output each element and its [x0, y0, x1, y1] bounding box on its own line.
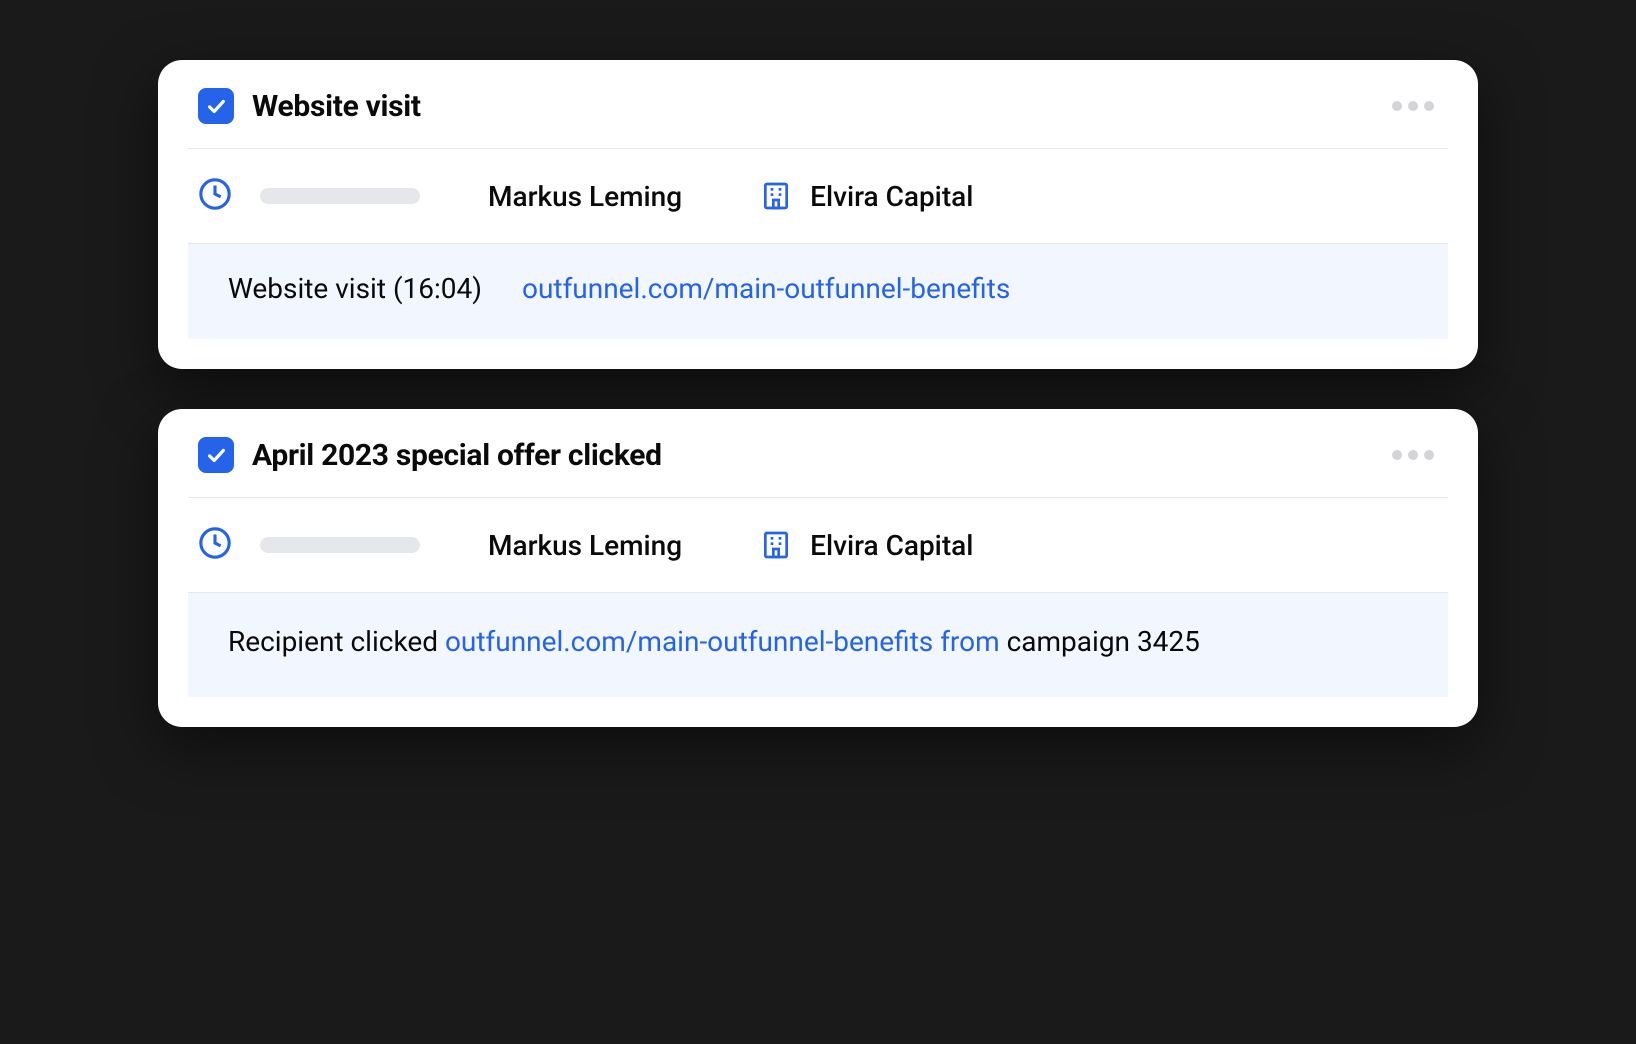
checkmark-icon [205, 95, 227, 117]
detail-label: Website visit (16:04) [228, 272, 482, 305]
dot-icon [1424, 101, 1434, 111]
meta-row: Markus Leming Elvira Capital [158, 498, 1478, 592]
checkbox[interactable] [198, 88, 234, 124]
contact-name[interactable]: Markus Leming [488, 529, 682, 562]
card-header-left: April 2023 special offer clicked [198, 437, 662, 473]
card-header: April 2023 special offer clicked [158, 409, 1478, 497]
clock-icon [198, 526, 232, 564]
detail-suffix: campaign 3425 [1007, 625, 1200, 658]
dot-icon [1408, 101, 1418, 111]
contact-name[interactable]: Markus Leming [488, 180, 682, 213]
more-menu[interactable] [1392, 450, 1438, 460]
clock-icon [198, 177, 232, 215]
detail-row: Recipient clicked outfunnel.com/main-out… [188, 592, 1448, 697]
detail-prefix: Recipient clicked [228, 625, 445, 658]
checkmark-icon [205, 444, 227, 466]
card-title: Website visit [252, 89, 421, 124]
activity-card: April 2023 special offer clicked Markus … [158, 409, 1478, 727]
card-header: Website visit [158, 60, 1478, 148]
checkbox[interactable] [198, 437, 234, 473]
building-icon [760, 180, 792, 212]
company-name[interactable]: Elvira Capital [810, 529, 973, 562]
meta-row: Markus Leming Elvira Capital [158, 149, 1478, 243]
building-icon [760, 529, 792, 561]
detail-row: Website visit (16:04) outfunnel.com/main… [188, 243, 1448, 339]
dot-icon [1392, 101, 1402, 111]
activity-card: Website visit Markus Leming [158, 60, 1478, 369]
time-placeholder [260, 537, 420, 553]
dot-icon [1392, 450, 1402, 460]
more-menu[interactable] [1392, 101, 1438, 111]
dot-icon [1424, 450, 1434, 460]
detail-link[interactable]: outfunnel.com/main-outfunnel-benefits fr… [445, 625, 1007, 658]
company-name[interactable]: Elvira Capital [810, 180, 973, 213]
card-title: April 2023 special offer clicked [252, 438, 662, 473]
time-placeholder [260, 188, 420, 204]
detail-link[interactable]: outfunnel.com/main-outfunnel-benefits [522, 272, 1010, 305]
card-header-left: Website visit [198, 88, 421, 124]
dot-icon [1408, 450, 1418, 460]
